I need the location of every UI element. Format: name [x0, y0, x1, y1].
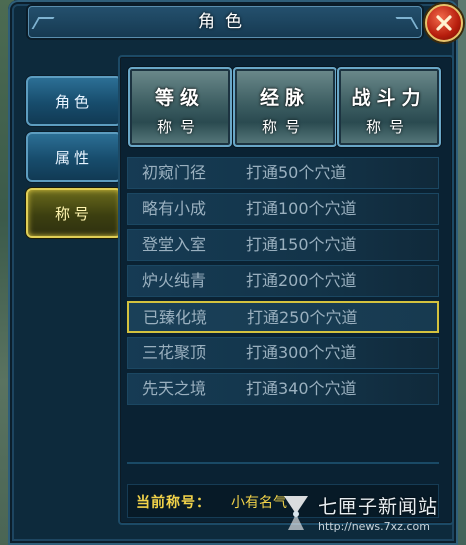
- combat-power-title-line1: 战斗力: [351, 87, 427, 109]
- tab-titles[interactable]: 称号: [26, 188, 122, 238]
- background-right: [458, 0, 466, 545]
- title-row[interactable]: 登堂入室 打通150个穴道: [127, 229, 439, 261]
- watermark-logo-icon: [284, 496, 308, 530]
- title-requirement: 打通150个穴道: [246, 235, 357, 254]
- tab-attributes-label: 属性: [54, 148, 93, 167]
- close-button[interactable]: [425, 4, 463, 42]
- title-requirement: 打通250个穴道: [247, 308, 358, 327]
- combat-power-title-button[interactable]: 战斗力 称号: [337, 67, 441, 147]
- meridian-title-line2: 称号: [261, 118, 308, 136]
- tab-attributes[interactable]: 属性: [26, 132, 122, 182]
- level-title-button[interactable]: 等级 称号: [128, 67, 232, 147]
- tab-role-label: 角色: [54, 92, 93, 111]
- title-name: 炉火纯青: [142, 271, 207, 290]
- tab-role[interactable]: 角色: [26, 76, 122, 126]
- title-name: 三花聚顶: [142, 343, 207, 362]
- level-title-line1: 等级: [154, 87, 205, 109]
- title-row[interactable]: 先天之境 打通340个穴道: [127, 373, 439, 405]
- title-row-selected[interactable]: 已臻化境 打通250个穴道: [127, 301, 439, 333]
- current-title-label: 当前称号：: [136, 495, 211, 511]
- title-name: 登堂入室: [142, 235, 207, 254]
- watermark: 七匣子新闻站 http://news.7xz.com: [268, 490, 458, 540]
- title-name: 初窥门径: [142, 163, 207, 182]
- title-requirement: 打通340个穴道: [246, 379, 357, 398]
- window-title: 角色: [198, 12, 252, 32]
- title-row[interactable]: 初窥门径 打通50个穴道: [127, 157, 439, 189]
- title-row[interactable]: 炉火纯青 打通200个穴道: [127, 265, 439, 297]
- combat-power-title-line2: 称号: [365, 118, 412, 136]
- meridian-title-button[interactable]: 经脉 称号: [233, 67, 337, 147]
- title-name: 略有小成: [142, 199, 207, 218]
- title-requirement: 打通300个穴道: [246, 343, 357, 362]
- divider: [127, 462, 439, 464]
- watermark-name: 七匣子新闻站: [318, 496, 439, 518]
- title-requirement: 打通50个穴道: [246, 163, 347, 182]
- title-bar: 角色: [28, 6, 422, 38]
- title-list: 初窥门径 打通50个穴道 略有小成 打通100个穴道 登堂入室 打通150个穴道…: [127, 157, 439, 409]
- title-name: 已臻化境: [143, 308, 208, 327]
- title-requirement: 打通100个穴道: [246, 199, 357, 218]
- title-row[interactable]: 略有小成 打通100个穴道: [127, 193, 439, 225]
- tab-titles-label: 称号: [54, 204, 93, 223]
- title-row[interactable]: 三花聚顶 打通300个穴道: [127, 337, 439, 369]
- title-requirement: 打通200个穴道: [246, 271, 357, 290]
- close-icon: [436, 15, 452, 31]
- level-title-line2: 称号: [156, 118, 203, 136]
- watermark-url: http://news.7xz.com: [318, 520, 430, 533]
- meridian-title-line1: 经脉: [259, 87, 310, 109]
- title-name: 先天之境: [142, 379, 207, 398]
